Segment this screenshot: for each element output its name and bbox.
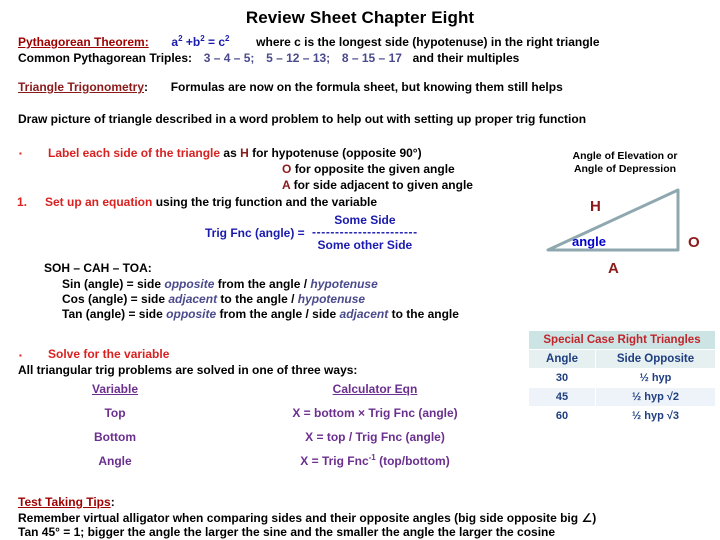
bullet-solve-variable-icon: ▪: [19, 351, 22, 360]
a-text: for side adjacent to given angle: [293, 178, 473, 192]
variable-table-row: Top X = bottom × Trig Fnc (angle): [0, 406, 520, 420]
variable-table-row: Angle X = Trig Fnc-1 (top/bottom): [0, 453, 520, 469]
step-1-row: Set up an equation using the trig functi…: [45, 195, 377, 209]
pythagorean-note: where c is the longest side (hypotenuse)…: [256, 35, 600, 49]
triple-3: 8 – 15 – 17: [341, 51, 402, 65]
label-sides-rest: as: [223, 146, 237, 160]
pythagorean-heading: Pythagorean Theorem:: [18, 35, 149, 49]
sohcahtoa-mid: from the angle / side: [219, 307, 337, 321]
o-letter: O: [282, 162, 292, 176]
trigonometry-note: Formulas are now on the formula sheet, b…: [170, 80, 563, 94]
triangle-diagram: Angle of Elevation or Angle of Depressio…: [530, 150, 720, 277]
page-title: Review Sheet Chapter Eight: [245, 8, 475, 27]
review-sheet-page: Review Sheet Chapter Eight Pythagorean T…: [0, 0, 720, 540]
triples-label: Common Pythagorean Triples:: [18, 51, 193, 65]
tips-line-2: Tan 45° = 1; bigger the angle the larger…: [18, 525, 556, 539]
special-case-angle: 30: [528, 368, 596, 388]
h-letter: H: [240, 146, 249, 160]
label-sides-row: Label each side of the triangle as H for…: [48, 146, 422, 160]
tips-colon: :: [110, 495, 115, 509]
special-case-col-angle: Angle: [528, 349, 596, 369]
variable-equation-table: Variable Calculator Eqn Top X = bottom ×…: [0, 382, 520, 478]
trig-fraction: Trig Fnc (angle) = Some Side -----------…: [205, 213, 418, 252]
equation-cell: X = Trig Fnc-1 (top/bottom): [300, 453, 450, 469]
triple-2: 5 – 12 – 13;: [266, 51, 331, 65]
special-case-column-row: Angle Side Opposite: [528, 349, 716, 369]
diagram-caption: Angle of Elevation or Angle of Depressio…: [530, 150, 720, 175]
tips-line-1: Remember virtual alligator when comparin…: [18, 511, 597, 525]
sohcahtoa-mid: to the angle /: [220, 292, 295, 306]
setup-equation-rest: using the trig function and the variable: [155, 195, 378, 209]
diagram-caption-line-2: Angle of Depression: [573, 162, 677, 175]
triple-1: 3 – 4 – 5;: [203, 51, 255, 65]
sohcahtoa-fn: Tan (angle) = side: [62, 307, 163, 321]
triangle-label-a: A: [608, 260, 619, 277]
sohcahtoa-tail: to the angle: [391, 307, 459, 321]
variable-table-row: Bottom X = top / Trig Fnc (angle): [0, 430, 520, 444]
sohcahtoa-header: SOH – CAH – TOA:: [44, 261, 152, 275]
a-row: A for side adjacent to given angle: [282, 178, 473, 192]
right-triangle-shape: [546, 188, 680, 252]
sohcahtoa-word-2: hypotenuse: [310, 277, 378, 291]
special-case-side: ½ hyp: [595, 368, 716, 388]
bullet-label-sides-icon: ▪: [19, 149, 22, 158]
special-case-angle: 45: [528, 387, 596, 407]
triples-suffix: and their multiples: [412, 51, 520, 65]
sohcahtoa-row: Sin (angle) = side opposite from the ang…: [62, 277, 378, 291]
variable-table-header-row: Variable Calculator Eqn: [0, 382, 520, 396]
sohcahtoa-word-1: opposite: [164, 277, 215, 291]
a-letter: A: [282, 178, 291, 192]
o-row: O for opposite the given angle: [282, 162, 455, 176]
h-text: for hypotenuse (opposite 90°): [252, 146, 422, 160]
special-case-side: ½ hyp √3: [595, 406, 716, 426]
special-case-col-side: Side Opposite: [595, 349, 716, 369]
trigonometry-colon: :: [144, 80, 149, 94]
special-case-title: Special Case Right Triangles: [528, 330, 716, 350]
sohcahtoa-fn: Sin (angle) = side: [62, 277, 162, 291]
variable-cell: Bottom: [94, 430, 136, 444]
diagram-caption-line-1: Angle of Elevation or: [572, 150, 678, 162]
triangle-label-o: O: [688, 234, 700, 251]
calculator-eqn-column-header: Calculator Eqn: [332, 382, 418, 396]
special-case-table: Special Case Right Triangles Angle Side …: [528, 330, 716, 426]
variable-cell: Top: [104, 406, 126, 420]
o-text: for opposite the given angle: [294, 162, 455, 176]
sohcahtoa-word-1: adjacent: [168, 292, 218, 306]
sohcahtoa-fn: Cos (angle) = side: [62, 292, 166, 306]
draw-picture-line: Draw picture of triangle described in a …: [18, 112, 587, 126]
triangle-label-angle: angle: [572, 234, 606, 249]
trigonometry-heading: Triangle Trigonometry: [18, 80, 145, 94]
special-case-header-row: Special Case Right Triangles: [528, 330, 716, 350]
trig-fraction-bar: -----------------------: [312, 225, 418, 239]
sohcahtoa-row: Cos (angle) = side adjacent to the angle…: [62, 292, 365, 306]
special-case-row: 45 ½ hyp √2: [528, 387, 716, 407]
triples-row: Common Pythagorean Triples: 3 – 4 – 5; 5…: [18, 51, 519, 65]
tips-heading-row: Test Taking Tips:: [18, 495, 115, 509]
setup-equation-bold: Set up an equation: [45, 195, 153, 209]
pythagorean-formula: a2 +b2 = c2: [171, 34, 230, 50]
tips-heading: Test Taking Tips: [18, 495, 111, 509]
equation-cell: X = bottom × Trig Fnc (angle): [292, 406, 458, 420]
variable-column-header: Variable: [91, 382, 139, 396]
special-case-angle: 60: [528, 406, 596, 426]
special-case-row: 60 ½ hyp √3: [528, 406, 716, 426]
trig-fraction-lhs: Trig Fnc (angle) =: [205, 225, 305, 240]
trig-fraction-denominator: Some other Side: [317, 238, 413, 252]
label-sides-bold: Label each side of the triangle: [48, 146, 221, 160]
triangle-label-h: H: [590, 198, 601, 215]
special-case-side: ½ hyp √2: [595, 387, 716, 407]
solve-variable-subtitle: All triangular trig problems are solved …: [18, 363, 358, 377]
sohcahtoa-word-2: adjacent: [339, 307, 389, 321]
variable-cell: Angle: [98, 454, 132, 468]
equation-cell: X = top / Trig Fnc (angle): [305, 430, 445, 444]
trigonometry-row: Triangle Trigonometry: Formulas are now …: [18, 80, 563, 94]
sohcahtoa-mid: from the angle /: [217, 277, 308, 291]
pythagorean-row: Pythagorean Theorem: a2 +b2 = c2 where c…: [18, 34, 600, 50]
solve-variable-bold: Solve for the variable: [48, 347, 170, 361]
sohcahtoa-row: Tan (angle) = side opposite from the ang…: [62, 307, 459, 321]
sohcahtoa-word-2: hypotenuse: [297, 292, 366, 306]
sohcahtoa-word-1: opposite: [166, 307, 217, 321]
step-1-number: 1.: [17, 195, 28, 209]
special-case-row: 30 ½ hyp: [528, 368, 716, 388]
